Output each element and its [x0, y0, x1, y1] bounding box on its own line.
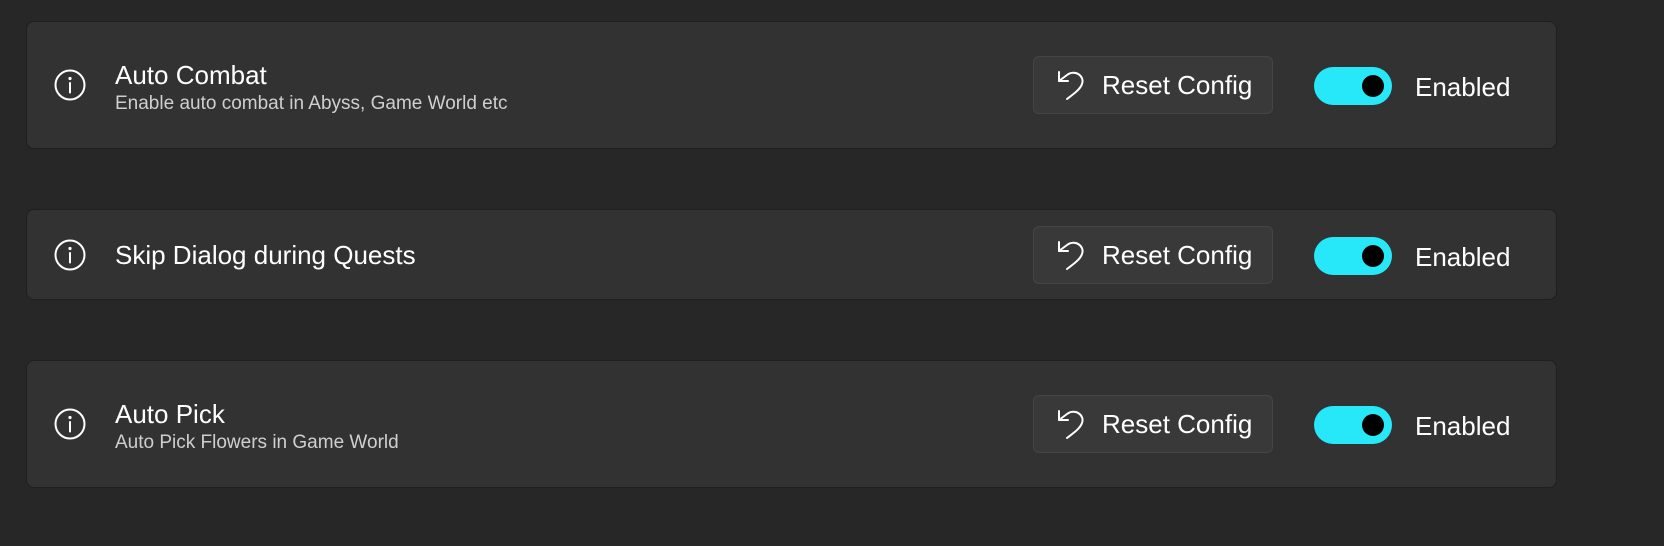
- toggle-knob: [1362, 75, 1384, 97]
- enabled-toggle[interactable]: [1314, 406, 1392, 444]
- reset-config-label: Reset Config: [1102, 408, 1253, 439]
- enabled-toggle[interactable]: [1314, 67, 1392, 105]
- setting-description: Enable auto combat in Abyss, Game World …: [115, 93, 508, 114]
- reset-config-button[interactable]: Reset Config: [1033, 226, 1273, 284]
- info-icon[interactable]: [53, 68, 87, 102]
- setting-text: Skip Dialog during Quests: [115, 240, 416, 270]
- toggle-state-label: Enabled: [1415, 242, 1511, 272]
- setting-text: Auto Pick Auto Pick Flowers in Game Worl…: [115, 399, 399, 455]
- setting-title: Auto Combat: [115, 60, 267, 90]
- enabled-toggle[interactable]: [1314, 237, 1392, 275]
- reset-config-button[interactable]: Reset Config: [1033, 56, 1273, 114]
- toggle-state-label: Enabled: [1415, 72, 1511, 102]
- setting-text: Auto Combat Enable auto combat in Abyss,…: [115, 60, 508, 116]
- info-icon[interactable]: [53, 238, 87, 272]
- setting-title: Auto Pick: [115, 399, 225, 429]
- setting-card-auto-pick: Auto Pick Auto Pick Flowers in Game Worl…: [26, 360, 1557, 488]
- info-icon[interactable]: [53, 407, 87, 441]
- undo-icon: [1058, 410, 1084, 439]
- toggle-state-label: Enabled: [1415, 411, 1511, 441]
- reset-config-label: Reset Config: [1102, 69, 1253, 100]
- reset-config-button[interactable]: Reset Config: [1033, 395, 1273, 453]
- setting-card-auto-combat: Auto Combat Enable auto combat in Abyss,…: [26, 21, 1557, 149]
- setting-card-skip-dialog: Skip Dialog during Quests Reset Config E…: [26, 209, 1557, 300]
- undo-icon: [1058, 71, 1084, 100]
- setting-title: Skip Dialog during Quests: [115, 240, 416, 270]
- reset-config-label: Reset Config: [1102, 239, 1253, 270]
- toggle-knob: [1362, 414, 1384, 436]
- setting-description: Auto Pick Flowers in Game World: [115, 432, 399, 453]
- toggle-knob: [1362, 245, 1384, 267]
- undo-icon: [1058, 241, 1084, 270]
